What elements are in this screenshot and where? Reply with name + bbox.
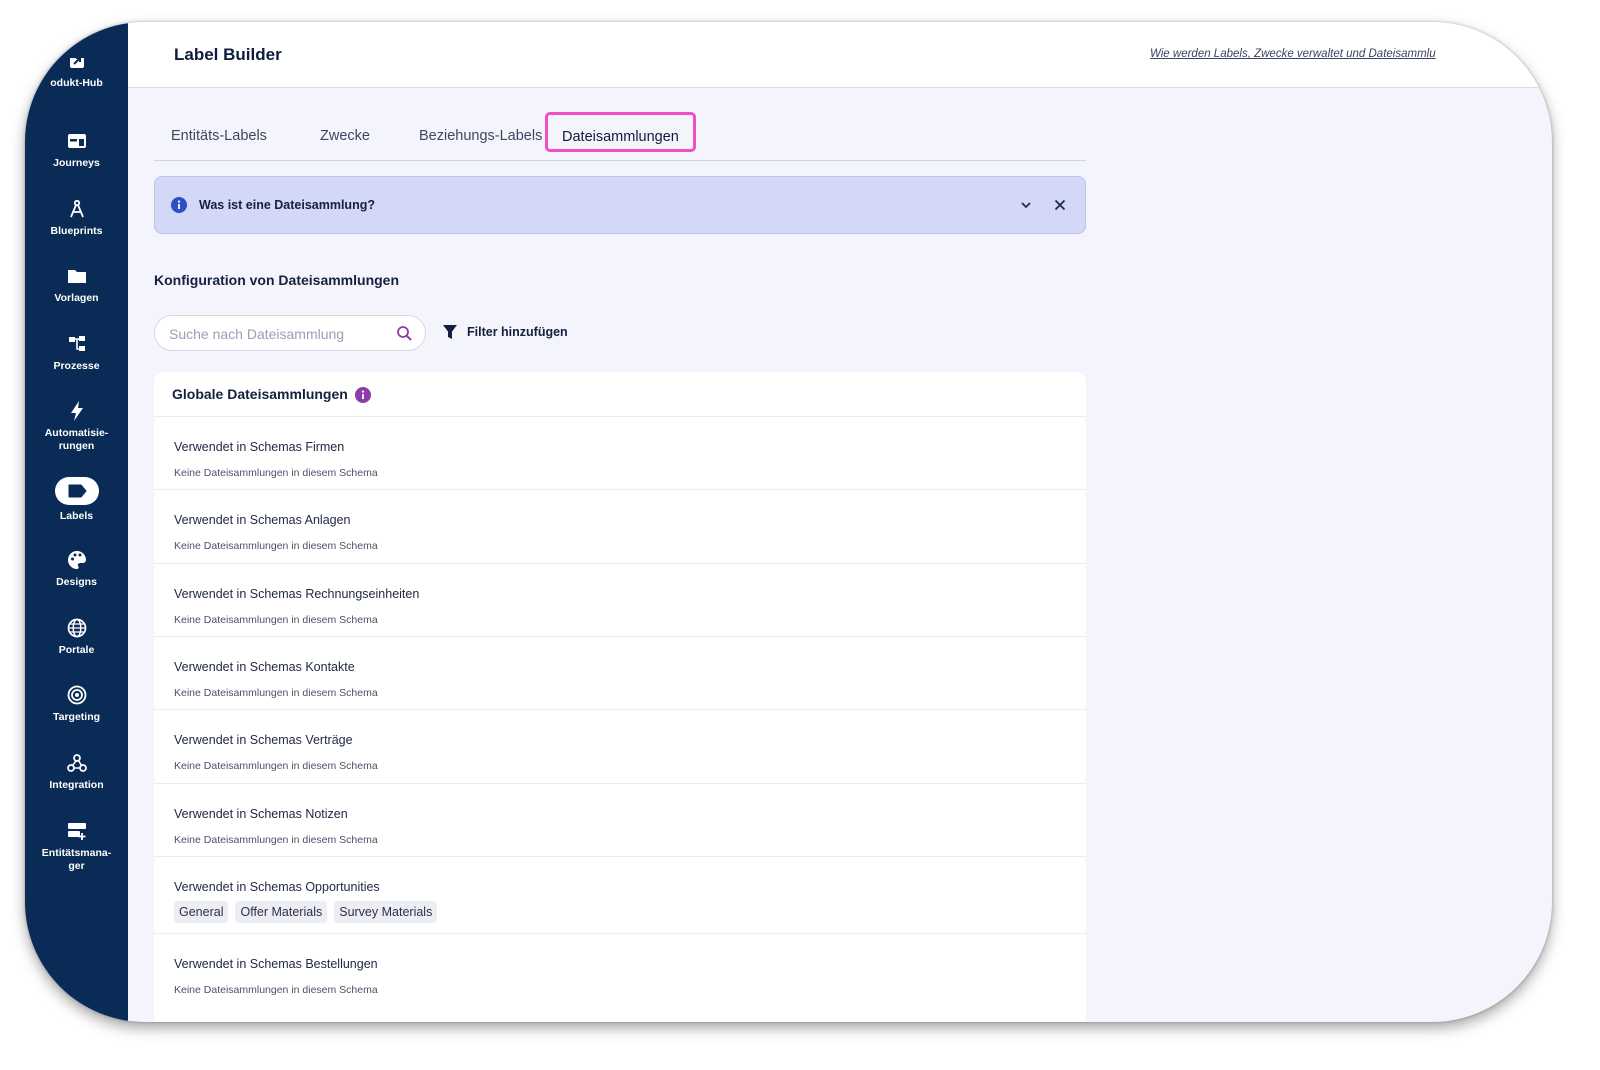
search-icon[interactable]	[396, 325, 413, 342]
schema-row-title: Verwendet in Schemas Anlagen	[174, 513, 351, 527]
sidebar-item-integration[interactable]: Integration	[25, 752, 128, 792]
sidebar-item-produkt-hub[interactable]: odukt-Hub	[25, 58, 128, 90]
app-window: odukt-Hub Journeys Blueprints Vorlagen P…	[25, 22, 1552, 1022]
schema-row-title: Verwendet in Schemas Rechnungseinheiten	[174, 587, 420, 601]
collection-tag[interactable]: Survey Materials	[334, 901, 438, 923]
palette-icon	[66, 549, 88, 571]
sidebar-item-label-line1: Automatisie-	[44, 427, 109, 439]
entity-manager-icon	[66, 820, 88, 842]
schema-row-subtitle: Keine Dateisammlungen in diesem Schema	[174, 614, 378, 626]
sidebar-item-label: Labels	[59, 510, 94, 522]
sidebar-item-label-line1: Entitätsmana-	[41, 847, 112, 859]
target-icon	[66, 684, 88, 706]
schema-row-subtitle: Keine Dateisammlungen in diesem Schema	[174, 687, 378, 699]
sidebar-item-labels[interactable]: Labels	[25, 477, 128, 523]
sidebar-item-journeys[interactable]: Journeys	[25, 130, 128, 170]
schema-row-bestellungen[interactable]: Verwendet in Schemas Bestellungen Keine …	[154, 933, 1086, 1007]
webhook-icon	[66, 752, 88, 774]
filter-icon	[443, 325, 457, 339]
folder-icon	[66, 265, 88, 287]
sidebar-item-label-line2: rungen	[58, 440, 95, 452]
schema-row-title: Verwendet in Schemas Firmen	[174, 440, 345, 454]
add-filter-label: Filter hinzufügen	[467, 325, 568, 339]
schema-row-subtitle: Keine Dateisammlungen in diesem Schema	[174, 467, 378, 479]
sidebar-item-blueprints[interactable]: Blueprints	[25, 198, 128, 238]
schema-row-title: Verwendet in Schemas Opportunities	[174, 880, 380, 894]
banner-text: Was ist eine Dateisammlung?	[199, 198, 375, 212]
tab-dateisammlungen[interactable]: Dateisammlungen	[545, 112, 696, 152]
collection-tag[interactable]: General	[174, 901, 229, 923]
sidebar-item-label: odukt-Hub	[50, 77, 103, 89]
collection-tag[interactable]: Offer Materials	[235, 901, 328, 923]
search-box	[154, 315, 426, 351]
journeys-icon	[66, 130, 88, 152]
schema-row-opportunities[interactable]: Verwendet in Schemas Opportunities Gener…	[154, 856, 1086, 934]
schema-row-subtitle: Keine Dateisammlungen in diesem Schema	[174, 540, 378, 552]
sidebar-item-prozesse[interactable]: Prozesse	[25, 333, 128, 373]
schema-row-title: Verwendet in Schemas Bestellungen	[174, 957, 378, 971]
card-title: Globale Dateisammlungen	[172, 386, 348, 402]
processes-icon	[66, 333, 88, 355]
sidebar-item-label: Designs	[56, 576, 97, 588]
sidebar-item-label: Blueprints	[50, 225, 103, 237]
tab-beziehungs-labels[interactable]: Beziehungs-Labels	[419, 128, 542, 144]
sidebar-item-label: Journeys	[53, 157, 100, 169]
sidebar-item-vorlagen[interactable]: Vorlagen	[25, 265, 128, 305]
globe-icon	[66, 617, 88, 639]
collection-tags: General Offer Materials Survey Materials	[174, 901, 444, 923]
schema-row-kontakte[interactable]: Verwendet in Schemas Kontakte Keine Date…	[154, 636, 1086, 710]
search-input[interactable]	[167, 324, 386, 344]
sidebar-item-automatisierungen[interactable]: Automatisie- rungen	[25, 400, 128, 453]
page-header: Label Builder Wie werden Labels, Zwecke …	[128, 22, 1552, 88]
tab-zwecke[interactable]: Zwecke	[320, 128, 370, 144]
sidebar-item-designs[interactable]: Designs	[25, 549, 128, 589]
tab-entitaets-labels[interactable]: Entitäts-Labels	[171, 128, 267, 144]
help-link[interactable]: Wie werden Labels, Zwecke verwaltet und …	[1150, 48, 1488, 60]
schema-row-subtitle: Keine Dateisammlungen in diesem Schema	[174, 834, 378, 846]
schema-row-title: Verwendet in Schemas Verträge	[174, 733, 353, 747]
sidebar-item-portale[interactable]: Portale	[25, 617, 128, 657]
schema-row-title: Verwendet in Schemas Kontakte	[174, 660, 355, 674]
info-icon[interactable]	[355, 387, 371, 403]
blueprints-icon	[66, 198, 88, 220]
file-collections-card: Globale Dateisammlungen Verwendet in Sch…	[154, 372, 1086, 1022]
schema-row-subtitle: Keine Dateisammlungen in diesem Schema	[174, 984, 378, 996]
info-icon	[171, 197, 187, 213]
page-title: Label Builder	[174, 45, 282, 64]
schema-row-notizen[interactable]: Verwendet in Schemas Notizen Keine Datei…	[154, 783, 1086, 857]
sidebar-item-label: Integration	[49, 779, 104, 791]
schema-row-vertraege[interactable]: Verwendet in Schemas Verträge Keine Date…	[154, 709, 1086, 783]
sidebar-item-label: Portale	[58, 644, 95, 656]
sidebar: odukt-Hub Journeys Blueprints Vorlagen P…	[25, 22, 128, 1022]
sidebar-item-label: Vorlagen	[54, 292, 99, 304]
info-banner: Was ist eine Dateisammlung?	[154, 176, 1086, 234]
sidebar-item-entitaetsmanager[interactable]: Entitätsmana- ger	[25, 820, 128, 873]
schema-row-subtitle: Keine Dateisammlungen in diesem Schema	[174, 760, 378, 772]
chevron-down-icon[interactable]	[1018, 197, 1034, 213]
schema-row-anlagen[interactable]: Verwendet in Schemas Anlagen Keine Datei…	[154, 489, 1086, 563]
schema-row-title: Verwendet in Schemas Notizen	[174, 807, 348, 821]
product-hub-icon	[66, 58, 88, 72]
tab-bar: Entitäts-Labels Zwecke Beziehungs-Labels…	[154, 112, 1086, 161]
schema-row-rechnungseinheiten[interactable]: Verwendet in Schemas Rechnungseinheiten …	[154, 563, 1086, 637]
sidebar-item-label: Targeting	[52, 711, 101, 723]
close-icon[interactable]	[1052, 197, 1068, 213]
label-tag-icon	[54, 477, 99, 505]
lightning-icon	[66, 400, 88, 422]
section-title: Konfiguration von Dateisammlungen	[154, 272, 400, 288]
sidebar-item-label-line2: ger	[68, 860, 85, 872]
sidebar-item-targeting[interactable]: Targeting	[25, 684, 128, 724]
sidebar-item-label: Prozesse	[53, 360, 100, 372]
schema-row-firmen[interactable]: Verwendet in Schemas Firmen Keine Dateis…	[154, 416, 1086, 490]
